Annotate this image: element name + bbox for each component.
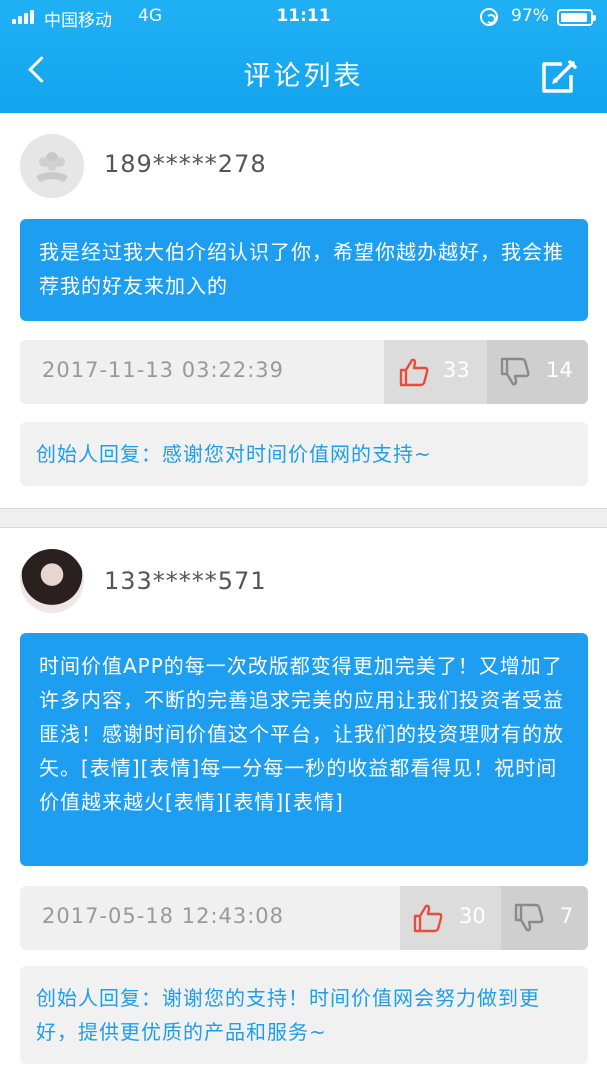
thumbs-down-icon — [500, 357, 530, 386]
thumbs-down-icon — [514, 903, 544, 932]
dislike-count: 14 — [546, 358, 573, 382]
like-button[interactable]: 33 — [384, 340, 487, 404]
dislike-button[interactable]: 7 — [501, 886, 588, 950]
comment-divider — [0, 508, 607, 528]
comment-username: 133*****571 — [104, 567, 267, 595]
default-avatar-icon — [36, 152, 68, 182]
founder-reply: 创始人回复：感谢您对时间价值网的支持~ — [20, 422, 588, 486]
comment-meta-row: 2017-05-18 12:43:08 30 7 — [20, 886, 588, 950]
compose-icon — [542, 60, 577, 93]
comment-username: 189*****278 — [104, 150, 267, 178]
compose-button[interactable] — [540, 60, 580, 96]
status-bar: 中国移动 4G 11:11 97% — [0, 0, 607, 36]
avatar[interactable] — [20, 549, 84, 613]
comment-text: 我是经过我大伯介绍认识了你，希望你越办越好，我会推荐我的好友来加入的 — [20, 219, 588, 321]
header-bar: 中国移动 4G 11:11 97% 评论列表 — [0, 0, 607, 113]
comment-timestamp: 2017-11-13 03:22:39 — [42, 358, 285, 382]
page-title: 评论列表 — [243, 61, 364, 92]
battery-percentage: 97% — [511, 6, 549, 26]
thumbs-up-icon — [399, 358, 429, 387]
comment-text: 时间价值APP的每一次改版都变得更加完美了！又增加了许多内容，不断的完善追求完美… — [20, 633, 588, 866]
like-count: 33 — [443, 358, 470, 382]
dislike-button[interactable]: 14 — [487, 340, 588, 404]
battery-icon — [557, 9, 596, 26]
like-button[interactable]: 30 — [400, 886, 501, 950]
comment-meta-row: 2017-11-13 03:22:39 33 14 — [20, 340, 588, 404]
dislike-count: 7 — [560, 904, 574, 928]
founder-reply: 创始人回复：谢谢您的支持！时间价值网会努力做到更好，提供更优质的产品和服务~ — [20, 966, 588, 1064]
like-count: 30 — [459, 904, 486, 928]
thumbs-up-icon — [413, 904, 443, 933]
comment-timestamp: 2017-05-18 12:43:08 — [42, 904, 285, 928]
rotation-lock-icon — [480, 8, 498, 26]
avatar[interactable] — [20, 134, 84, 198]
